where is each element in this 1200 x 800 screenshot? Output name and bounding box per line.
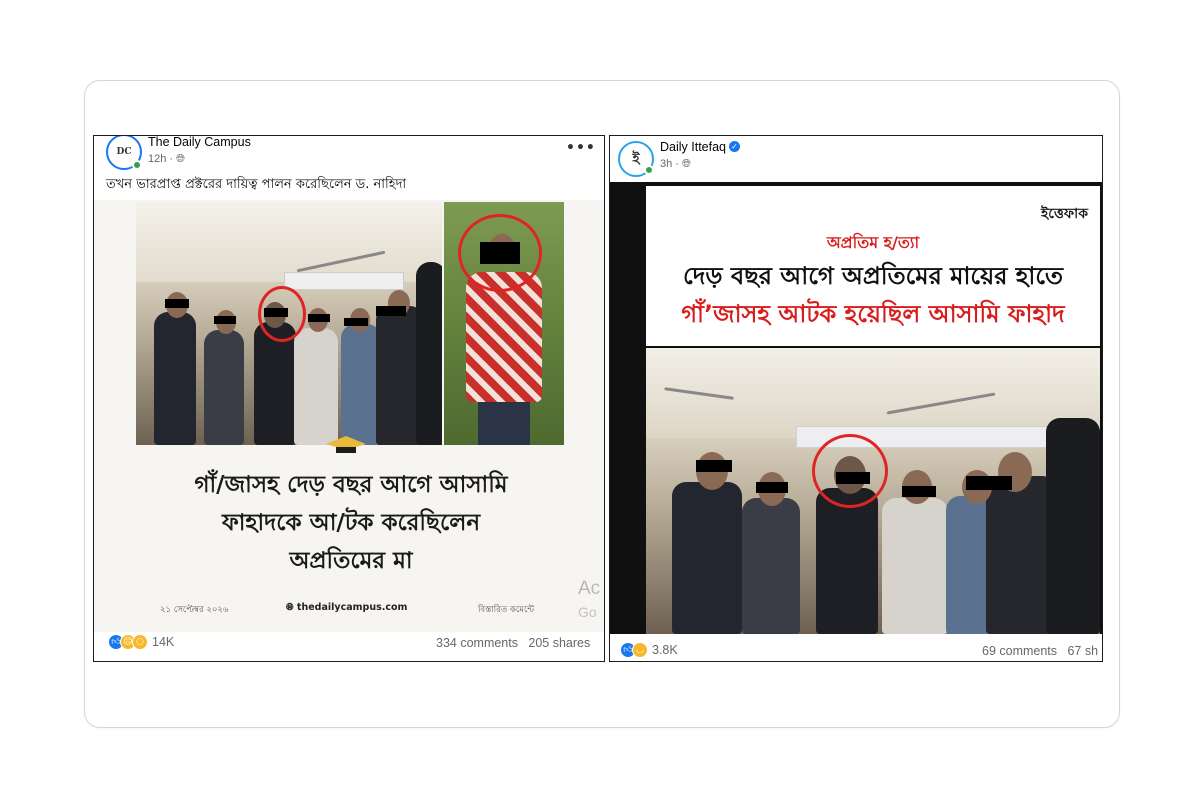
post-image[interactable]: ইত্তেফাক অপ্রতিম হ/ত্যা দেড় বছর আগে অপ্… xyxy=(610,182,1102,634)
group-photo xyxy=(136,202,442,445)
shares-count[interactable]: 67 sh xyxy=(1067,644,1098,658)
post-time[interactable]: 12h · 🌐︎ xyxy=(148,153,185,166)
globe-icon: 🌐︎ xyxy=(286,602,294,613)
group-photo xyxy=(646,348,1100,634)
online-indicator xyxy=(132,160,142,170)
card-site: 🌐︎ thedailycampus.com xyxy=(286,602,408,613)
highlight-circle xyxy=(258,286,306,342)
card-headline-line1: দেড় বছর আগে অপ্রতিমের মায়ের হাতে xyxy=(683,262,1063,290)
highlight-circle xyxy=(458,214,542,292)
facebook-post-daily-ittefaq: ই Daily Ittefaq ✓ 3h · 🌐︎ ইত্তেফাক অপ্রতি… xyxy=(609,135,1103,662)
reactions-summary[interactable]: 👍︎ ☹ ○ 14K xyxy=(108,634,174,650)
post-stats: 69 comments 67 sh xyxy=(982,644,1098,658)
shares-count[interactable]: 205 shares xyxy=(528,636,590,650)
globe-icon: 🌐︎ xyxy=(682,158,691,170)
more-options-button[interactable]: ••• xyxy=(566,140,596,156)
facebook-post-daily-campus: DC The Daily Campus 12h · 🌐︎ ••• তখন ভার… xyxy=(93,135,605,662)
post-stats: 334 comments 205 shares xyxy=(436,636,590,650)
card-details: বিস্তারিত কমেন্টে xyxy=(478,605,535,615)
ittefaq-logo: ইত্তেফাক xyxy=(1040,206,1088,222)
watermark-text: Go xyxy=(578,604,597,620)
card-kicker: অপ্রতিম হ/ত্যা xyxy=(826,233,920,252)
reactions-count: 3.8K xyxy=(652,643,678,657)
graduation-cap-icon xyxy=(326,436,366,454)
card-headline-line2: গাঁ’জাসহ আটক হয়েছিল আসামি ফাহাদ xyxy=(681,300,1065,328)
reactions-summary[interactable]: 👍︎ ◡ 3.8K xyxy=(620,642,678,658)
card-header: ইত্তেফাক অপ্রতিম হ/ত্যা দেড় বছর আগে অপ্… xyxy=(646,186,1100,346)
headline-line: গাঁ/জাসহ দেড় বছর আগে আসামি xyxy=(194,472,508,498)
watermark-text: Ac xyxy=(578,578,601,599)
reactions-count: 14K xyxy=(152,635,175,649)
portrait-photo xyxy=(444,202,564,445)
card-headline: গাঁ/জাসহ দেড় বছর আগে আসামি ফাহাদকে আ/টক… xyxy=(136,466,566,580)
wow-icon: ○ xyxy=(132,634,148,650)
comments-count[interactable]: 334 comments xyxy=(436,636,518,650)
headline-line: ফাহাদকে আ/টক করেছিলেন xyxy=(221,510,481,536)
post-caption: তখন ভারপ্রাপ্ত প্রক্টরের দায়িত্ব পালন ক… xyxy=(106,177,407,192)
verified-badge-icon: ✓ xyxy=(729,141,741,152)
comments-count[interactable]: 69 comments xyxy=(982,644,1057,658)
post-image[interactable]: গাঁ/জাসহ দেড় বছর আগে আসামি ফাহাদকে আ/টক… xyxy=(94,200,604,632)
card-date: ২১ সেপ্টেম্বর ২০২৬ xyxy=(160,605,229,615)
headline-line: অপ্রতিমের মা xyxy=(289,548,413,574)
online-indicator xyxy=(644,165,654,175)
page-name[interactable]: The Daily Campus xyxy=(148,136,251,149)
haha-icon: ◡ xyxy=(632,642,648,658)
post-time[interactable]: 3h · 🌐︎ xyxy=(660,158,691,171)
globe-icon: 🌐︎ xyxy=(176,153,185,165)
highlight-circle xyxy=(812,434,888,508)
page-name[interactable]: Daily Ittefaq ✓ xyxy=(660,140,741,154)
